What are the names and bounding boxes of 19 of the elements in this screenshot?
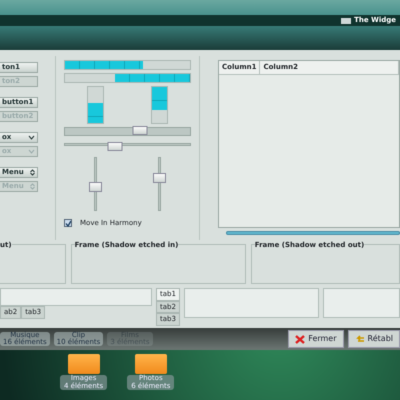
slider-thumb[interactable] xyxy=(108,142,122,151)
checkbox[interactable] xyxy=(64,219,72,228)
scrollbar[interactable] xyxy=(226,231,400,235)
slider-thumb[interactable] xyxy=(152,172,166,183)
chevron-icon xyxy=(28,135,35,140)
slider-thumb[interactable] xyxy=(89,182,102,192)
folder-icon xyxy=(68,354,100,374)
folder-icon xyxy=(134,354,167,374)
chevron-icon xyxy=(28,149,35,154)
updown-icon xyxy=(30,183,35,190)
progress-bar xyxy=(87,86,104,124)
return-arrow-icon xyxy=(354,334,365,344)
slider-thumb[interactable] xyxy=(132,126,148,135)
window-icon xyxy=(341,18,352,24)
cross-icon xyxy=(295,334,306,344)
dialog-button[interactable]: Fermer xyxy=(288,330,344,348)
updown-icon xyxy=(30,169,35,176)
dialog-button[interactable]: Rétabl xyxy=(348,330,400,348)
progress-bar xyxy=(150,86,168,124)
